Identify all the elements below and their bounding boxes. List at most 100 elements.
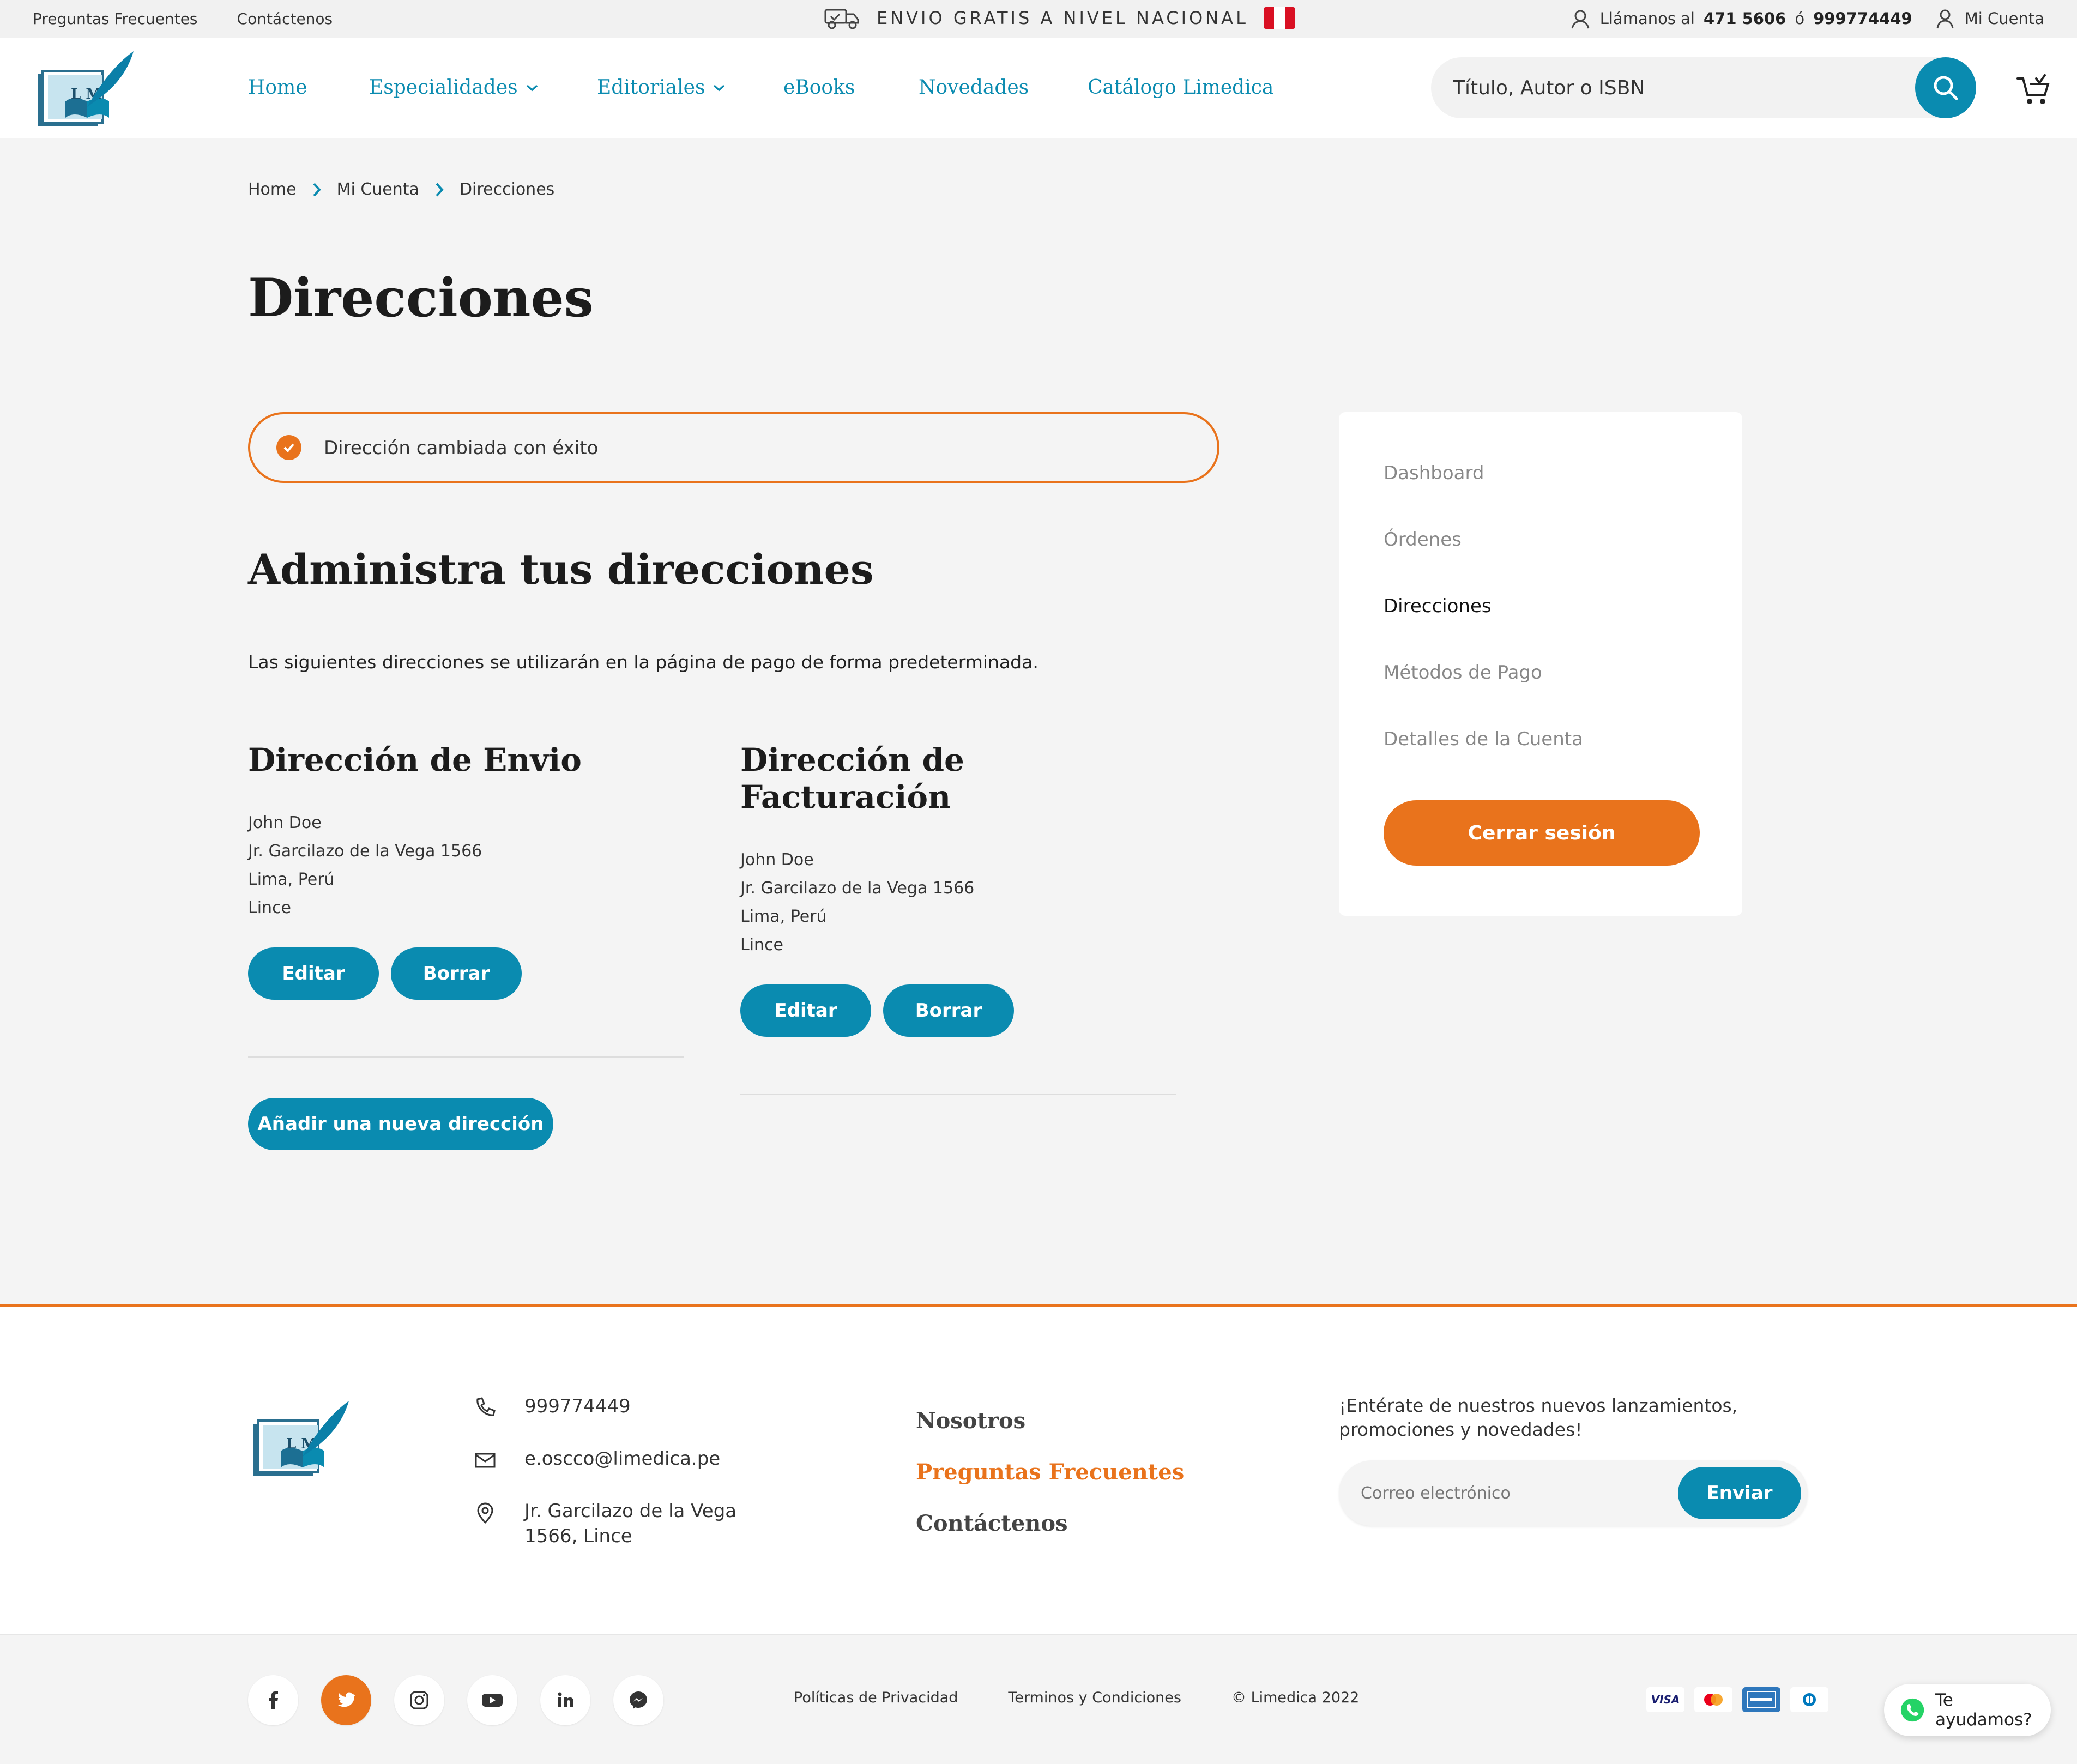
section-description: Las siguientes direcciones se utilizarán… — [248, 651, 1038, 673]
shipping-district: Lince — [248, 898, 292, 917]
sidebar-item-direcciones[interactable]: Direcciones — [1384, 595, 1492, 617]
shipping-name: John Doe — [248, 813, 322, 832]
check-circle-icon — [276, 435, 301, 460]
whatsapp-icon — [1900, 1698, 1924, 1722]
footer-address-line2: 1566, Lince — [524, 1525, 632, 1547]
main-header: L M Home Especialidades Editoriales eBoo… — [0, 38, 2077, 138]
success-alert: Dirección cambiada con éxito — [248, 412, 1219, 483]
search-icon — [1934, 76, 1958, 100]
logout-button[interactable]: Cerrar sesión — [1384, 800, 1700, 866]
cart-icon[interactable] — [2014, 71, 2052, 109]
footer-address: Jr. Garcilazo de la Vega 1566, Lince — [473, 1499, 736, 1549]
billing-name: John Doe — [740, 850, 814, 869]
billing-street: Jr. Garcilazo de la Vega 1566 — [740, 879, 975, 898]
whatsapp-label: Te ayudamos? — [1935, 1690, 2032, 1730]
footer-link-contactenos[interactable]: Contáctenos — [916, 1511, 1068, 1536]
privacy-link[interactable]: Políticas de Privacidad — [794, 1689, 958, 1706]
shipping-lines: John Doe Jr. Garcilazo de la Vega 1566 L… — [248, 809, 684, 922]
breadcrumb-current: Direcciones — [459, 180, 555, 199]
visa-icon: VISA — [1646, 1687, 1684, 1712]
user-icon — [1936, 9, 1954, 29]
phone-2[interactable]: 999774449 — [1813, 9, 1912, 28]
breadcrumb: Home Mi Cuenta Direcciones — [248, 180, 554, 199]
footer-phone-text[interactable]: 999774449 — [524, 1394, 631, 1419]
footer-email-text[interactable]: e.oscco@limedica.pe — [524, 1446, 720, 1471]
account-sidebar: Dashboard Órdenes Direcciones Métodos de… — [1339, 412, 1742, 916]
payment-methods: VISA — [1646, 1687, 1828, 1712]
nav-especialidades[interactable]: Especialidades — [369, 76, 597, 99]
search-input[interactable] — [1453, 73, 1889, 103]
footer-email: e.oscco@limedica.pe — [473, 1446, 720, 1472]
footer-phone: 999774449 — [473, 1394, 631, 1420]
nav-novedades[interactable]: Novedades — [919, 76, 1088, 99]
limedica-logo[interactable]: L M — [33, 47, 136, 133]
alert-message: Dirección cambiada con éxito — [324, 437, 599, 459]
newsletter-submit-button[interactable]: Enviar — [1678, 1467, 1801, 1519]
shipping-address: Dirección de Envio John Doe Jr. Garcilaz… — [248, 741, 684, 1058]
nav-home[interactable]: Home — [248, 76, 369, 99]
bottom-bar: Políticas de Privacidad Terminos y Condi… — [0, 1634, 2077, 1764]
footer: L M 999774449 e.oscco@limedica.pe Jr. Ga… — [0, 1304, 2077, 1634]
call-label: Llámanos al — [1599, 9, 1695, 28]
billing-address: Dirección de Facturación John Doe Jr. Ga… — [740, 741, 1176, 1095]
add-address-button[interactable]: Añadir una nueva dirección — [248, 1098, 553, 1150]
footer-link-faq[interactable]: Preguntas Frecuentes — [916, 1459, 1184, 1485]
nav-novedades-label: Novedades — [919, 76, 1029, 99]
billing-delete-button[interactable]: Borrar — [883, 984, 1014, 1037]
billing-lines: John Doe Jr. Garcilazo de la Vega 1566 L… — [740, 846, 1176, 959]
shipping-edit-button[interactable]: Editar — [248, 947, 379, 1000]
shipping-delete-button[interactable]: Borrar — [391, 947, 522, 1000]
nav-ebooks-label: eBooks — [783, 76, 855, 99]
whatsapp-chat-button[interactable]: Te ayudamos? — [1884, 1684, 2051, 1736]
instagram-icon[interactable] — [394, 1675, 444, 1725]
footer-logo[interactable]: L M — [248, 1397, 352, 1483]
billing-edit-button[interactable]: Editar — [740, 984, 871, 1037]
phone-1[interactable]: 471 5606 — [1704, 9, 1786, 28]
or-text: ó — [1795, 9, 1805, 28]
footer-link-nosotros[interactable]: Nosotros — [916, 1408, 1025, 1434]
newsletter-email-input[interactable] — [1361, 1477, 1666, 1509]
nav-editoriales[interactable]: Editoriales — [597, 76, 783, 99]
main-nav: Home Especialidades Editoriales eBooks N… — [248, 76, 1273, 99]
facebook-icon[interactable] — [248, 1675, 298, 1725]
account-link[interactable]: Mi Cuenta — [1965, 9, 2044, 28]
sidebar-item-ordenes[interactable]: Órdenes — [1384, 529, 1462, 551]
messenger-icon[interactable] — [613, 1675, 663, 1725]
phone-icon — [476, 1397, 496, 1416]
youtube-icon[interactable] — [467, 1675, 517, 1725]
newsletter-text: ¡Entérate de nuestros nuevos lanzamiento… — [1339, 1395, 1738, 1440]
divider — [248, 1056, 684, 1058]
copyright: © Limedica 2022 — [1231, 1689, 1360, 1706]
sidebar-item-dashboard[interactable]: Dashboard — [1384, 462, 1484, 484]
linkedin-icon[interactable] — [540, 1675, 590, 1725]
location-pin-icon — [477, 1502, 493, 1524]
billing-city: Lima, Perú — [740, 907, 827, 926]
newsletter-form: Enviar — [1339, 1460, 1808, 1526]
amex-icon — [1742, 1687, 1780, 1712]
chevron-right-icon — [313, 183, 321, 196]
sidebar-item-metodos-pago[interactable]: Métodos de Pago — [1384, 662, 1542, 684]
search-button[interactable] — [1915, 57, 1976, 118]
page-title: Direcciones — [248, 267, 594, 329]
contact-top-link[interactable]: Contáctenos — [237, 10, 333, 28]
shipping-title: Dirección de Envio — [248, 741, 582, 778]
breadcrumb-account[interactable]: Mi Cuenta — [337, 180, 419, 199]
faq-top-link[interactable]: Preguntas Frecuentes — [33, 10, 198, 28]
shipping-banner: ENVIO GRATIS A NIVEL NACIONAL — [823, 5, 1295, 31]
section-title: Administra tus direcciones — [248, 545, 874, 594]
shipping-banner-text: ENVIO GRATIS A NIVEL NACIONAL — [877, 8, 1248, 28]
mastercard-icon — [1694, 1687, 1732, 1712]
top-bar: Preguntas Frecuentes Contáctenos ENVIO G… — [0, 0, 2077, 38]
nav-ebooks[interactable]: eBooks — [783, 76, 919, 99]
nav-catalogo[interactable]: Catálogo Limedica — [1088, 76, 1273, 99]
social-links — [248, 1675, 663, 1725]
chevron-down-icon — [526, 84, 538, 91]
twitter-icon[interactable] — [321, 1675, 371, 1725]
terms-link[interactable]: Terminos y Condiciones — [1008, 1689, 1181, 1706]
footer-address-line1: Jr. Garcilazo de la Vega — [524, 1500, 737, 1522]
sidebar-item-detalles-cuenta[interactable]: Detalles de la Cuenta — [1384, 728, 1583, 750]
billing-district: Lince — [740, 935, 784, 955]
chevron-down-icon — [714, 84, 725, 91]
shipping-street: Jr. Garcilazo de la Vega 1566 — [248, 842, 482, 861]
breadcrumb-home[interactable]: Home — [248, 180, 297, 199]
